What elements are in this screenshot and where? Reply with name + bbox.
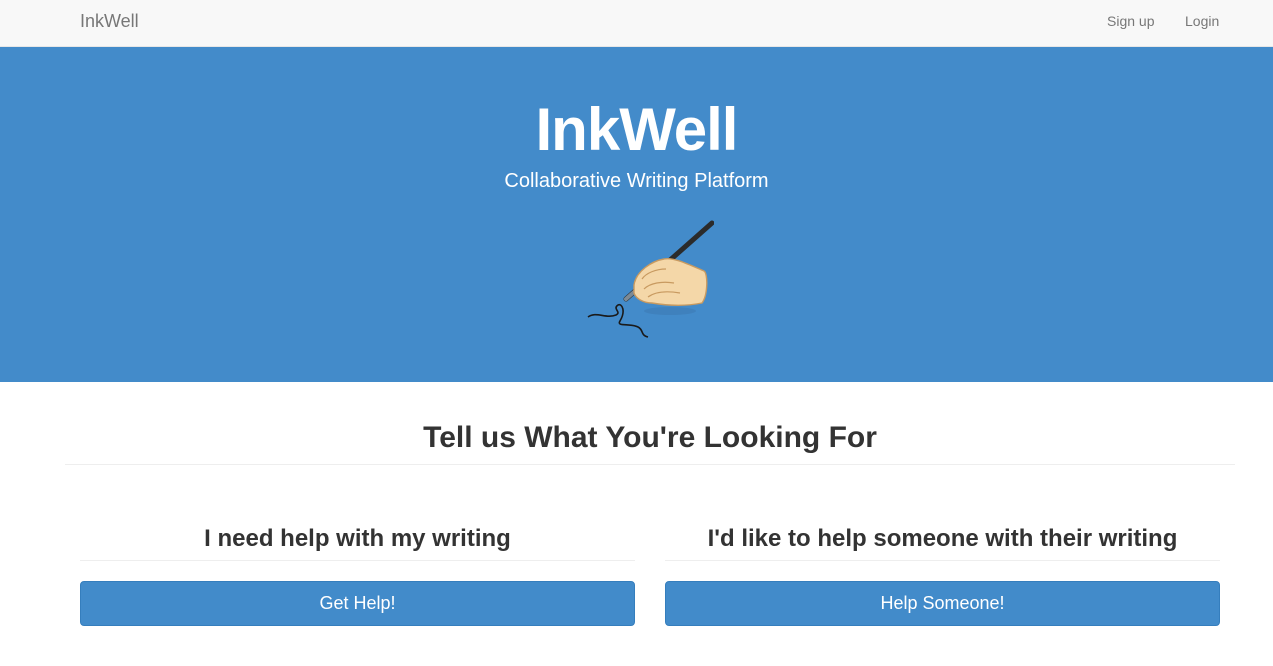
section-heading: Tell us What You're Looking For: [423, 421, 877, 454]
hero-subtitle: Collaborative Writing Platform: [504, 170, 769, 192]
help-someone-divider: [665, 560, 1220, 561]
help-someone-button[interactable]: Help Someone!: [665, 581, 1220, 626]
get-help-button[interactable]: Get Help!: [80, 581, 635, 626]
navbar-brand-link[interactable]: InkWell: [80, 11, 139, 32]
help-someone-heading: I'd like to help someone with their writ…: [707, 525, 1178, 552]
need-help-heading: I need help with my writing: [204, 525, 511, 552]
top-navbar: InkWell Sign up Login: [0, 0, 1273, 47]
hand-writing-with-pen-icon: [587, 220, 714, 338]
hero-title: InkWell: [535, 96, 739, 163]
signup-link[interactable]: Sign up: [1107, 13, 1154, 29]
need-help-divider: [80, 560, 635, 561]
login-link[interactable]: Login: [1185, 13, 1219, 29]
section-divider: [65, 464, 1235, 465]
hero-banner: InkWell Collaborative Writing Platform: [0, 47, 1273, 382]
